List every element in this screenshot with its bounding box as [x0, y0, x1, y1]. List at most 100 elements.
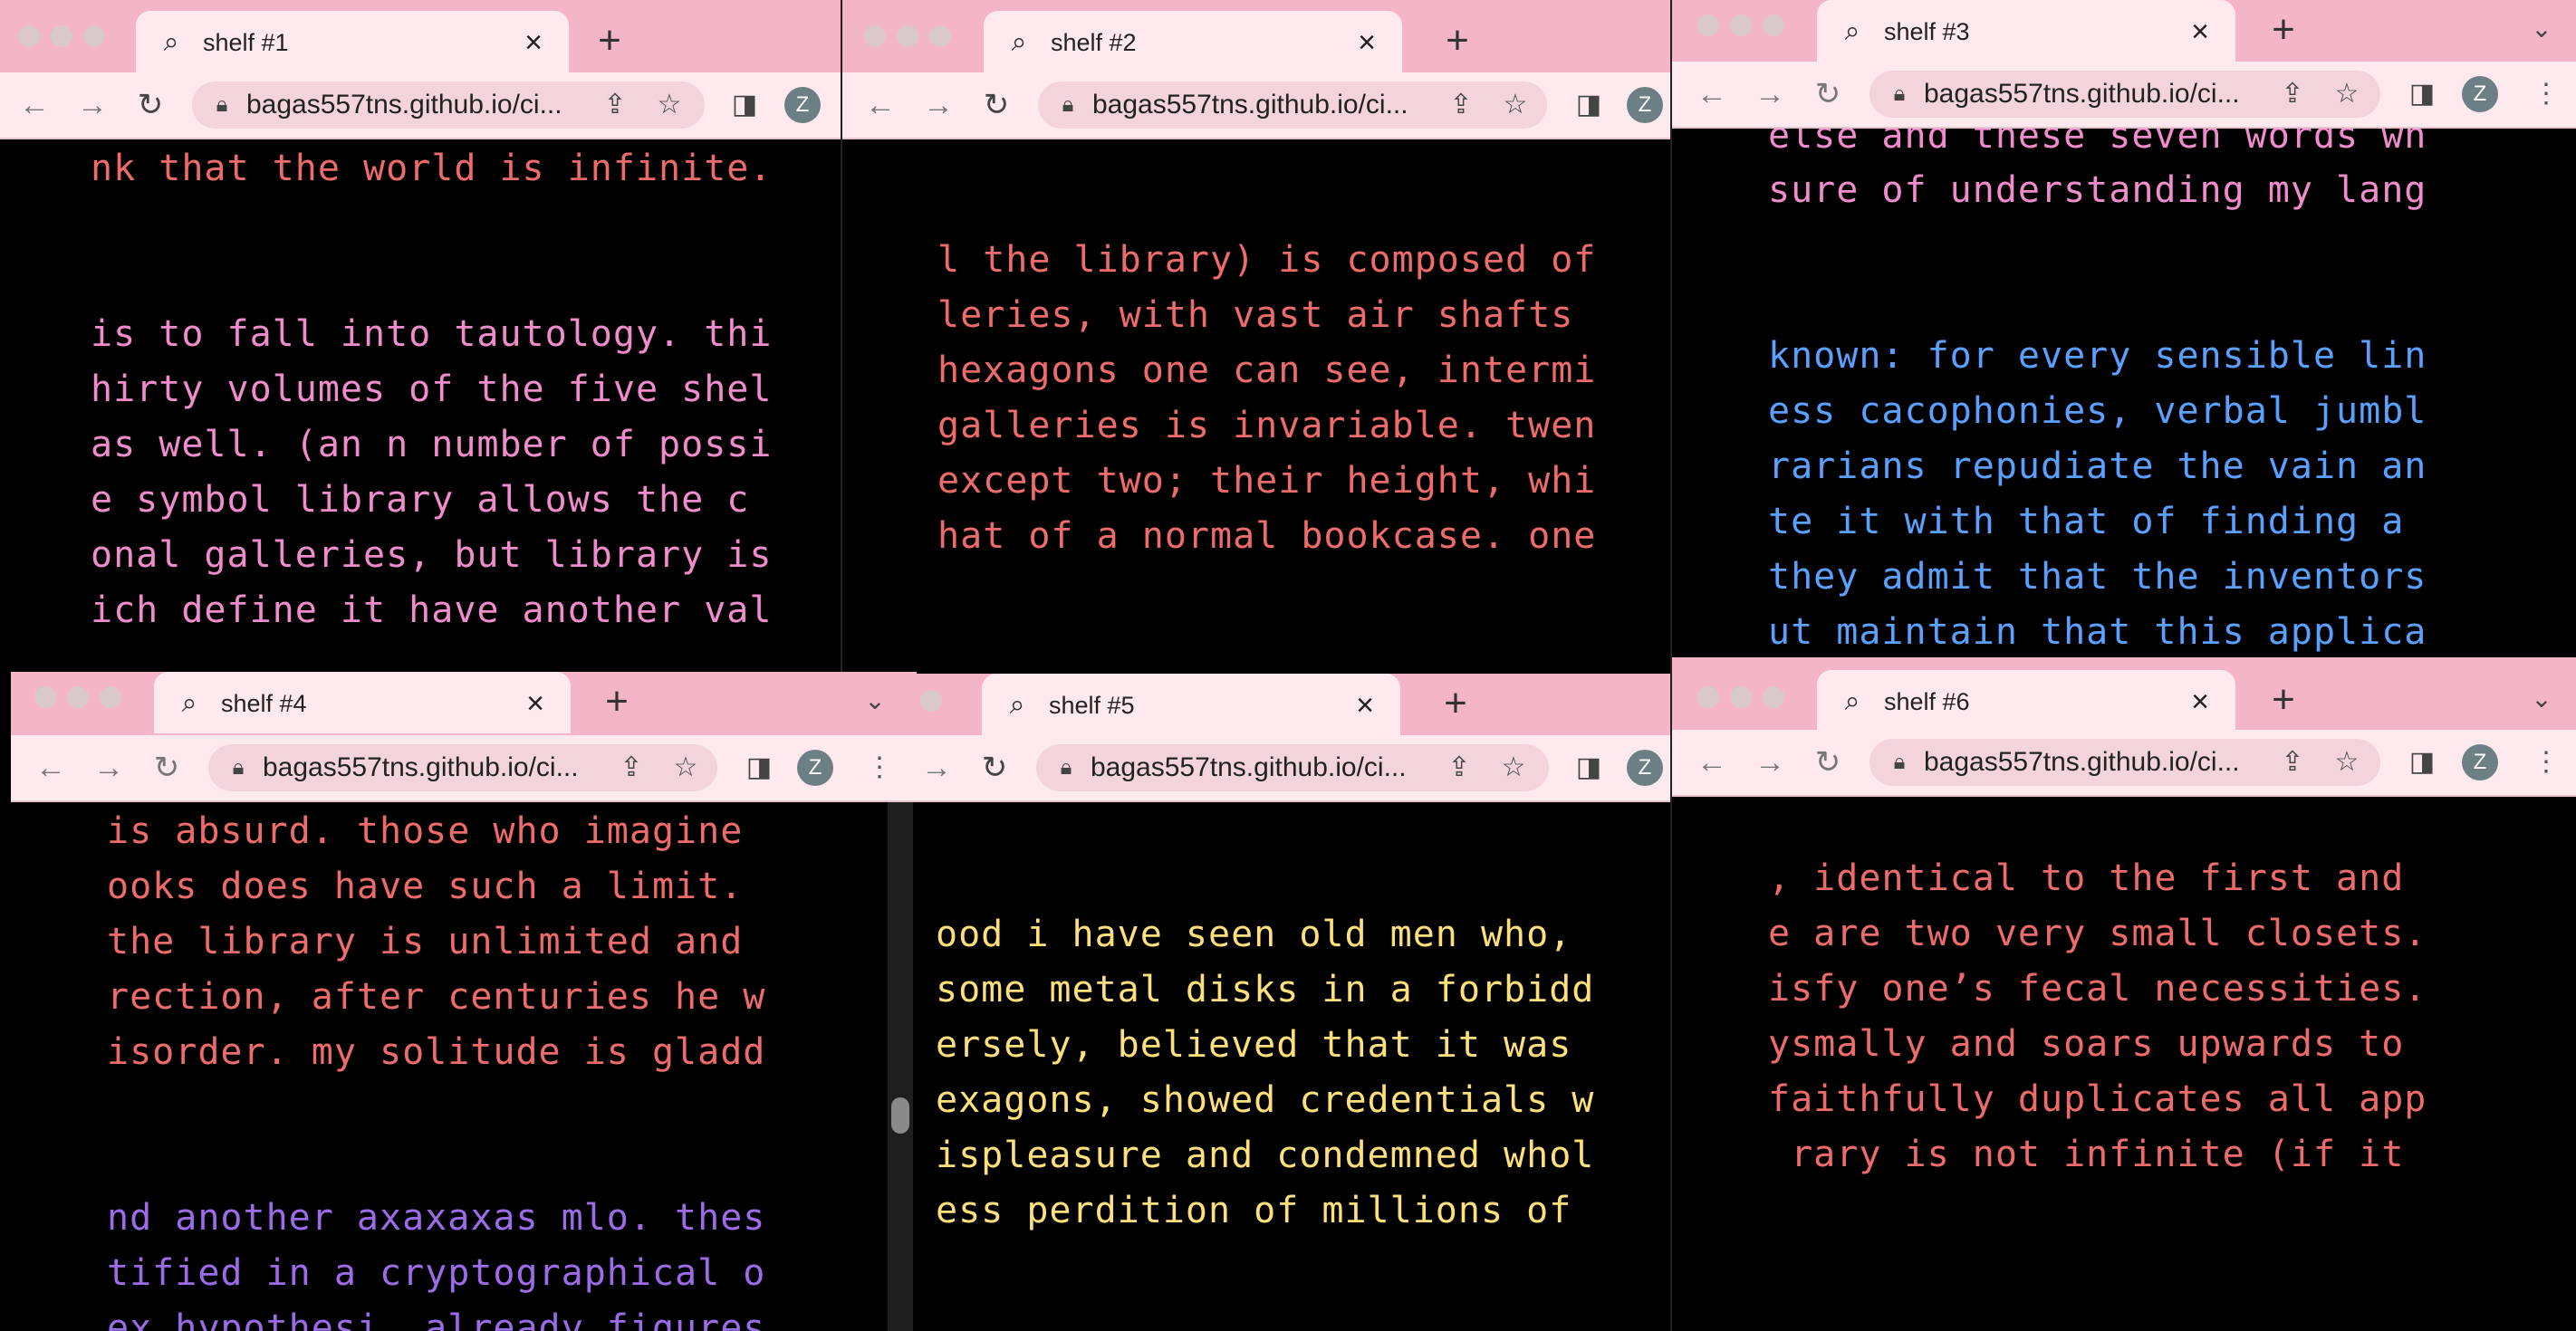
reload-button[interactable]: ↻	[975, 748, 1014, 788]
zoom-window-button[interactable]	[1763, 686, 1784, 708]
address-bar[interactable]: 🔒︎ bagas557tns.github.io/ci... ⇪ ☆	[1870, 71, 2380, 118]
minimize-window-button[interactable]	[1730, 686, 1752, 708]
reload-button[interactable]: ↻	[1808, 74, 1848, 114]
profile-avatar[interactable]: Z	[784, 87, 821, 123]
minimize-window-button[interactable]	[897, 25, 918, 47]
lock-icon: 🔒︎	[1893, 81, 1906, 106]
text-line: ersely, believed that it was	[936, 1024, 1572, 1066]
close-tab-icon[interactable]: ×	[1351, 27, 1382, 58]
new-tab-button[interactable]: +	[2263, 679, 2304, 721]
back-button[interactable]: ←	[1692, 742, 1732, 782]
profile-avatar[interactable]: Z	[797, 750, 833, 786]
reload-button[interactable]: ↻	[147, 748, 187, 788]
back-button[interactable]: ←	[31, 748, 71, 788]
bookmark-star-icon[interactable]: ☆	[2331, 747, 2362, 778]
profile-avatar[interactable]: Z	[2462, 76, 2498, 112]
side-panel-icon[interactable]: ◨	[2406, 78, 2438, 110]
zoom-window-button[interactable]	[929, 25, 951, 47]
tab-search-chevron-icon[interactable]: ⌄	[857, 683, 893, 719]
close-window-button[interactable]	[864, 25, 886, 47]
back-button[interactable]: ←	[860, 85, 900, 125]
forward-button[interactable]: →	[917, 748, 956, 788]
close-tab-icon[interactable]: ×	[2185, 686, 2216, 717]
new-tab-button[interactable]: +	[596, 681, 638, 723]
side-panel-icon[interactable]: ◨	[728, 89, 761, 121]
close-tab-icon[interactable]: ×	[2185, 16, 2216, 47]
share-icon[interactable]: ⇪	[616, 752, 647, 783]
profile-avatar[interactable]: Z	[2462, 744, 2498, 780]
zoom-window-button[interactable]	[920, 690, 942, 712]
minimize-window-button[interactable]	[51, 25, 72, 47]
address-bar[interactable]: 🔒︎ bagas557tns.github.io/ci... ⇪ ☆	[1038, 81, 1547, 129]
share-icon[interactable]: ⇪	[1444, 752, 1475, 783]
scrollbar-thumb[interactable]	[891, 1097, 909, 1134]
zoom-window-button[interactable]	[83, 25, 105, 47]
reload-button[interactable]: ↻	[976, 85, 1016, 125]
close-tab-icon[interactable]: ×	[1350, 690, 1380, 721]
text-line: is to fall into tautology. thi	[91, 313, 773, 355]
tab-shelf-1[interactable]: ⌕ shelf #1 ×	[136, 11, 569, 72]
back-button[interactable]: ←	[14, 85, 54, 125]
tab-shelf-4[interactable]: ⌕ shelf #4 ×	[154, 672, 571, 733]
browser-window-6: , identical to the first and e are two v…	[1670, 657, 2576, 1331]
close-window-button[interactable]	[34, 686, 56, 708]
minimize-window-button[interactable]	[67, 686, 89, 708]
more-menu-icon[interactable]: ⋮	[866, 750, 893, 786]
tab-title: shelf #1	[203, 29, 289, 56]
close-window-button[interactable]	[18, 25, 40, 47]
bookmark-star-icon[interactable]: ☆	[1498, 752, 1529, 783]
address-bar[interactable]: 🔒︎ bagas557tns.github.io/ci... ⇪ ☆	[1870, 739, 2380, 786]
new-tab-button[interactable]: +	[1437, 20, 1478, 62]
bookmark-star-icon[interactable]: ☆	[1500, 90, 1531, 120]
forward-button[interactable]: →	[89, 748, 129, 788]
new-tab-button[interactable]: +	[589, 20, 630, 62]
tab-shelf-6[interactable]: ⌕ shelf #6 ×	[1817, 670, 2235, 732]
side-panel-icon[interactable]: ◨	[743, 752, 775, 784]
tab-search-chevron-icon[interactable]: ⌄	[2523, 11, 2560, 47]
vertical-scrollbar[interactable]	[888, 799, 913, 1331]
close-tab-icon[interactable]: ×	[520, 688, 551, 719]
bookmark-star-icon[interactable]: ☆	[670, 752, 701, 783]
share-icon[interactable]: ⇪	[2277, 79, 2308, 110]
page-content: ood i have seen old men who, some metal …	[906, 800, 1670, 1331]
side-panel-icon[interactable]: ◨	[1572, 752, 1605, 784]
more-menu-icon[interactable]: ⋮	[2533, 744, 2560, 780]
share-icon[interactable]: ⇪	[600, 90, 630, 120]
share-icon[interactable]: ⇪	[2277, 747, 2308, 778]
bookmark-star-icon[interactable]: ☆	[654, 90, 685, 120]
profile-avatar[interactable]: Z	[1627, 87, 1663, 123]
close-window-button[interactable]	[1697, 14, 1719, 36]
forward-button[interactable]: →	[1750, 742, 1790, 782]
back-button[interactable]: ←	[1692, 74, 1732, 114]
minimize-window-button[interactable]	[1730, 14, 1752, 36]
reload-button[interactable]: ↻	[130, 85, 170, 125]
forward-button[interactable]: →	[918, 85, 958, 125]
more-menu-icon[interactable]: ⋮	[2533, 76, 2560, 112]
new-tab-button[interactable]: +	[1435, 683, 1476, 724]
tab-title: shelf #2	[1051, 29, 1137, 56]
close-window-button[interactable]	[1697, 686, 1719, 708]
reload-button[interactable]: ↻	[1808, 742, 1848, 782]
tab-shelf-2[interactable]: ⌕ shelf #2 ×	[984, 11, 1402, 72]
browser-window-3: else and these seven words wh sure of un…	[1670, 0, 2576, 661]
forward-button[interactable]: →	[1750, 74, 1790, 114]
side-panel-icon[interactable]: ◨	[2406, 746, 2438, 779]
tab-search-chevron-icon[interactable]: ⌄	[2523, 681, 2560, 717]
address-bar[interactable]: 🔒︎ bagas557tns.github.io/ci... ⇪ ☆	[192, 81, 705, 129]
tab-shelf-3[interactable]: ⌕ shelf #3 ×	[1817, 0, 2235, 62]
new-tab-button[interactable]: +	[2263, 9, 2304, 51]
profile-avatar[interactable]: Z	[1627, 750, 1663, 786]
close-tab-icon[interactable]: ×	[518, 27, 549, 58]
zoom-window-button[interactable]	[1763, 14, 1784, 36]
tab-strip: ⌕ shelf #1 × +	[0, 0, 841, 72]
share-icon[interactable]: ⇪	[1446, 90, 1476, 120]
address-bar[interactable]: 🔒︎ bagas557tns.github.io/ci... ⇪ ☆	[1036, 744, 1549, 791]
tab-title: shelf #5	[1049, 692, 1135, 719]
zoom-window-button[interactable]	[100, 686, 121, 708]
address-bar[interactable]: 🔒︎ bagas557tns.github.io/ci... ⇪ ☆	[208, 744, 717, 791]
bookmark-star-icon[interactable]: ☆	[2331, 79, 2362, 110]
tab-shelf-5[interactable]: ⌕ shelf #5 ×	[982, 674, 1400, 735]
side-panel-icon[interactable]: ◨	[1572, 89, 1605, 121]
text-line: onal galleries, but library is	[91, 534, 773, 576]
forward-button[interactable]: →	[72, 85, 112, 125]
